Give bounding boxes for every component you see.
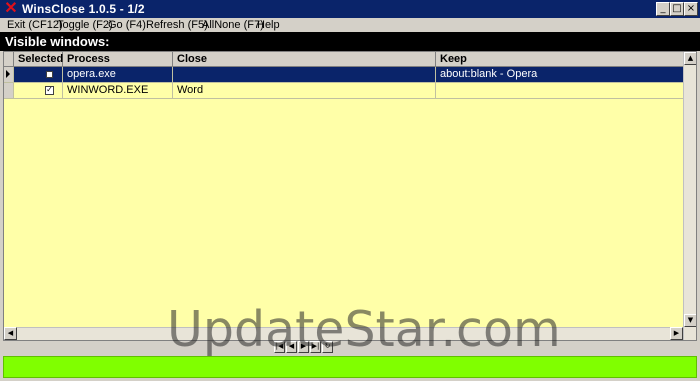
selected-checkbox[interactable] [46, 71, 53, 78]
horizontal-scrollbar[interactable]: ◀ ▶ [4, 327, 683, 340]
minimize-button[interactable]: _ [656, 2, 670, 16]
col-header-close[interactable]: Close [173, 52, 436, 67]
row-indicator [4, 67, 14, 83]
menu-exit[interactable]: Exit (CF12) [7, 19, 63, 31]
current-row-arrow-icon [6, 70, 10, 78]
scroll-right-arrow-icon[interactable]: ▶ [670, 327, 683, 340]
record-navigator: |◀ ◀ ▶ ▶| ↻ [274, 341, 348, 355]
cell-keep[interactable]: about:blank - Opera [436, 67, 685, 83]
menu-allnone[interactable]: AllNone (F7) [202, 19, 264, 31]
prev-record-button[interactable]: ◀ [286, 341, 297, 353]
cell-close[interactable]: Word [173, 83, 436, 99]
window-title: WinsClose 1.0.5 - 1/2 [22, 2, 145, 16]
scroll-down-arrow-icon[interactable]: ▼ [684, 314, 696, 327]
maximize-button[interactable]: □ [670, 2, 684, 16]
menu-bar: Exit (CF12) Toggle (F2) Go (F4) Refresh … [0, 18, 700, 32]
col-header-process[interactable]: Process [63, 52, 173, 67]
row-indicator [4, 83, 14, 99]
cell-close[interactable] [173, 67, 436, 83]
scroll-left-arrow-icon[interactable]: ◀ [4, 327, 17, 340]
cell-process[interactable]: WINWORD.EXE [63, 83, 173, 99]
cell-selected[interactable] [14, 67, 63, 83]
vertical-scrollbar[interactable]: ▲ ▼ [683, 52, 696, 340]
menu-toggle[interactable]: Toggle (F2) [57, 19, 113, 31]
cell-process[interactable]: opera.exe [63, 67, 173, 83]
next-record-button[interactable]: ▶ [298, 341, 309, 353]
status-bar [3, 356, 697, 378]
windows-grid[interactable]: Selected Process Close Keep opera.exe ab… [3, 51, 697, 341]
table-row[interactable]: ✓ WINWORD.EXE Word [4, 83, 685, 99]
close-button[interactable]: × [684, 2, 698, 16]
menu-go[interactable]: Go (F4) [108, 19, 146, 31]
first-record-button[interactable]: |◀ [274, 341, 285, 353]
table-row[interactable]: opera.exe about:blank - Opera [4, 67, 685, 83]
menu-help[interactable]: Help [257, 19, 280, 31]
scroll-up-arrow-icon[interactable]: ▲ [684, 52, 696, 65]
section-header: Visible windows: [0, 32, 700, 51]
app-close-x-icon: ✕ [4, 0, 18, 17]
menu-refresh[interactable]: Refresh (F5) [146, 19, 208, 31]
cell-selected[interactable]: ✓ [14, 83, 63, 99]
col-header-keep[interactable]: Keep [436, 52, 685, 67]
grid-corner [4, 52, 14, 67]
section-title: Visible windows: [5, 34, 110, 49]
col-header-selected[interactable]: Selected [14, 52, 63, 67]
refresh-records-button[interactable]: ↻ [322, 341, 333, 353]
cell-keep[interactable] [436, 83, 685, 99]
last-record-button[interactable]: ▶| [310, 341, 321, 353]
selected-checkbox[interactable]: ✓ [45, 86, 54, 95]
title-bar: ✕ WinsClose 1.0.5 - 1/2 _ □ × [0, 0, 700, 18]
